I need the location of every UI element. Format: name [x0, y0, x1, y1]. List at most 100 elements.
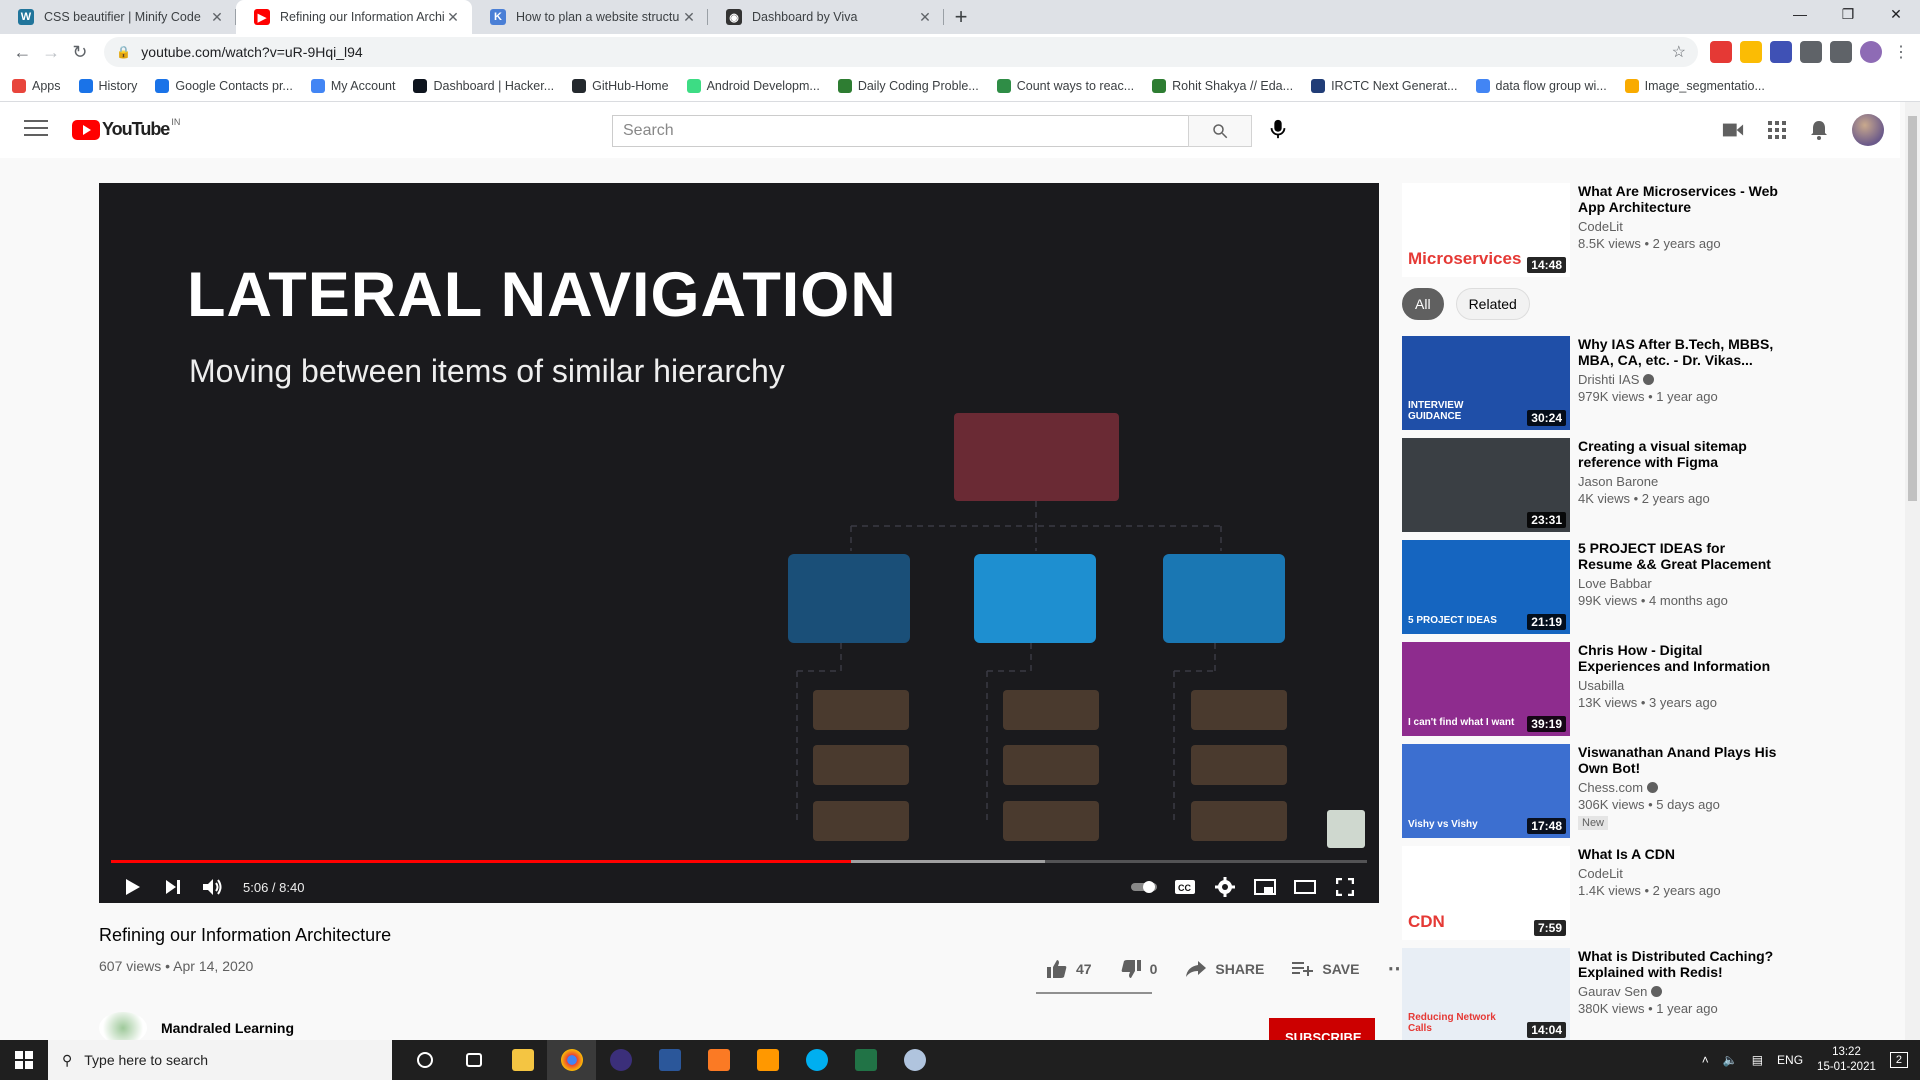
cortana-icon[interactable]	[400, 1040, 449, 1080]
bookmark-item[interactable]: My Account	[310, 78, 395, 93]
language-indicator[interactable]: ENG	[1777, 1053, 1803, 1067]
share-button[interactable]: SHARE	[1177, 960, 1272, 978]
video-title[interactable]: Creating a visual sitemap reference with…	[1578, 438, 1778, 470]
notifications-bell-icon[interactable]	[1810, 120, 1828, 140]
channel-name[interactable]: Jason Barone	[1578, 474, 1778, 489]
bookmark-item[interactable]: data flow group wi...	[1475, 78, 1607, 93]
create-video-icon[interactable]	[1722, 121, 1744, 139]
reading-list-icon[interactable]	[1830, 41, 1852, 63]
channel-name[interactable]: Love Babbar	[1578, 576, 1778, 591]
skype-icon[interactable]	[792, 1040, 841, 1080]
paint-icon[interactable]	[890, 1040, 939, 1080]
bookmark-item[interactable]: Dashboard | Hacker...	[413, 78, 554, 93]
page-scrollbar[interactable]	[1905, 102, 1920, 1040]
new-tab-button[interactable]: +	[944, 0, 978, 34]
captions-button[interactable]: CC	[1165, 871, 1205, 903]
word-icon[interactable]	[645, 1040, 694, 1080]
windows-start-button[interactable]	[0, 1040, 48, 1080]
browser-tab[interactable]: ▶ Refining our Information Archite ✕	[236, 0, 472, 34]
recommended-video[interactable]: 23:31 Creating a visual sitemap reference…	[1402, 438, 1782, 532]
video-title[interactable]: 5 PROJECT IDEAS for Resume && Great Plac…	[1578, 540, 1778, 572]
video-thumbnail[interactable]: Microservices 14:48	[1402, 183, 1570, 277]
bookmark-item[interactable]: Apps	[12, 78, 61, 93]
video-thumbnail[interactable]: INTERVIEW GUIDANCE 30:24	[1402, 336, 1570, 430]
recommended-video[interactable]: Vishy vs Vishy 17:48 Viswanathan Anand Pla…	[1402, 744, 1782, 838]
file-explorer-icon[interactable]	[498, 1040, 547, 1080]
taskbar-search[interactable]: ⚲ Type here to search	[48, 1040, 392, 1080]
tab-close-icon[interactable]: ✕	[444, 9, 462, 26]
channel-name[interactable]: Drishti IAS	[1578, 372, 1778, 387]
bookmark-item[interactable]: Count ways to reac...	[996, 78, 1134, 93]
speaker-icon[interactable]: 🔈	[1723, 1053, 1738, 1067]
recommended-video[interactable]: CDN 7:59 What Is A CDN CodeLit 1.4K views • …	[1402, 846, 1782, 940]
eclipse-icon[interactable]	[596, 1040, 645, 1080]
back-button[interactable]: ←	[8, 37, 37, 67]
bookmark-item[interactable]: Android Developm...	[686, 78, 820, 93]
bookmark-item[interactable]: Rohit Shakya // Eda...	[1152, 78, 1293, 93]
settings-button[interactable]	[1205, 871, 1245, 903]
miniplayer-button[interactable]	[1245, 871, 1285, 903]
notifications-icon[interactable]: 2	[1889, 1052, 1908, 1068]
theater-mode-button[interactable]	[1285, 871, 1325, 903]
clock[interactable]: 13:22 15-01-2021	[1817, 1045, 1876, 1075]
recommended-video[interactable]: Reducing Network Calls 14:04 What is Distr…	[1402, 948, 1782, 1042]
save-button[interactable]: SAVE	[1284, 961, 1367, 977]
video-player[interactable]: LATERAL NAVIGATION Moving between items …	[99, 183, 1379, 903]
excel-icon[interactable]	[841, 1040, 890, 1080]
recommended-video[interactable]: 5 PROJECT IDEAS 21:19 5 PROJECT IDEAS for …	[1402, 540, 1782, 634]
volume-button[interactable]	[193, 871, 233, 903]
scrollbar-thumb[interactable]	[1908, 116, 1917, 501]
bookmark-item[interactable]: GitHub-Home	[572, 78, 669, 93]
search-button[interactable]	[1188, 115, 1252, 147]
bookmark-item[interactable]: History	[78, 78, 137, 93]
extension-icon[interactable]	[1740, 41, 1762, 63]
video-thumbnail[interactable]: I can't find what I want 39:19	[1402, 642, 1570, 736]
restore-icon[interactable]: ❐	[1824, 0, 1872, 28]
browser-tab[interactable]: K How to plan a website structure ✕	[472, 0, 708, 34]
bookmark-item[interactable]: IRCTC Next Generat...	[1311, 78, 1458, 93]
voice-search-mic-icon[interactable]	[1268, 118, 1288, 145]
youtube-logo[interactable]: YouTube IN	[72, 117, 180, 140]
video-thumbnail[interactable]: Reducing Network Calls 14:04	[1402, 948, 1570, 1042]
channel-name[interactable]: CodeLit	[1578, 866, 1778, 881]
video-thumbnail[interactable]: Vishy vs Vishy 17:48	[1402, 744, 1570, 838]
tab-close-icon[interactable]: ✕	[680, 9, 698, 26]
address-bar[interactable]: 🔒 youtube.com/watch?v=uR-9Hqi_l94 ☆	[104, 37, 1698, 67]
channel-name[interactable]: Mandraled Learning	[161, 1020, 294, 1036]
video-title[interactable]: Why IAS After B.Tech, MBBS, MBA, CA, etc…	[1578, 336, 1778, 368]
next-button[interactable]	[153, 871, 193, 903]
account-avatar[interactable]	[1852, 114, 1884, 146]
bookmark-item[interactable]: Image_segmentatio...	[1624, 78, 1765, 93]
video-title[interactable]: Chris How - Digital Experiences and Info…	[1578, 642, 1778, 674]
play-button[interactable]	[113, 871, 153, 903]
like-button[interactable]: 47	[1038, 959, 1100, 979]
tray-chevron-icon[interactable]: ˄	[1702, 1053, 1709, 1067]
video-thumbnail[interactable]: CDN 7:59	[1402, 846, 1570, 940]
progress-bar[interactable]	[111, 860, 1367, 863]
channel-watermark[interactable]	[1327, 810, 1365, 848]
puzzle-icon[interactable]	[1800, 41, 1822, 63]
bookmark-star-icon[interactable]: ☆	[1672, 42, 1686, 62]
profile-avatar[interactable]	[1860, 41, 1882, 63]
hamburger-menu-icon[interactable]	[24, 120, 48, 141]
video-title[interactable]: Viswanathan Anand Plays His Own Bot!	[1578, 744, 1778, 776]
tab-close-icon[interactable]: ✕	[208, 9, 226, 26]
apps-grid-icon[interactable]	[1768, 121, 1786, 139]
bookmark-item[interactable]: Google Contacts pr...	[155, 78, 293, 93]
search-input[interactable]: Search	[612, 115, 1188, 147]
reload-button[interactable]: ↻	[66, 37, 95, 67]
extension-icon[interactable]	[1710, 41, 1732, 63]
sublime-icon[interactable]	[743, 1040, 792, 1080]
video-thumbnail[interactable]: 23:31	[1402, 438, 1570, 532]
channel-name[interactable]: Gaurav Sen	[1578, 984, 1778, 999]
tab-close-icon[interactable]: ✕	[916, 9, 934, 26]
menu-dots-icon[interactable]: ⋮	[1890, 41, 1912, 63]
channel-name[interactable]: Usabilla	[1578, 678, 1778, 693]
recommended-video[interactable]: Microservices 14:48 What Are Microservices…	[1402, 183, 1782, 277]
task-view-icon[interactable]	[449, 1040, 498, 1080]
recommended-video[interactable]: INTERVIEW GUIDANCE 30:24 Why IAS After B.T…	[1402, 336, 1782, 430]
video-title[interactable]: What is Distributed Caching? Explained w…	[1578, 948, 1778, 980]
video-title[interactable]: What Is A CDN	[1578, 846, 1778, 862]
autoplay-toggle[interactable]	[1125, 871, 1165, 903]
fullscreen-button[interactable]	[1325, 871, 1365, 903]
